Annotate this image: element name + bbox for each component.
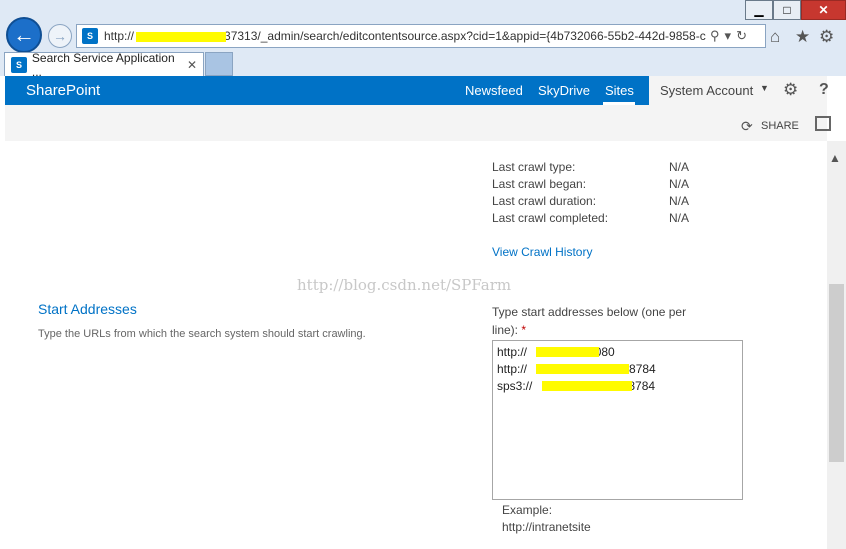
gear-icon[interactable]: ⚙ [819, 27, 834, 47]
new-tab-button[interactable] [205, 52, 233, 76]
ribbon: ⟳ SHARE [5, 105, 831, 141]
crawl-info-label: Last crawl type: [492, 160, 576, 174]
scroll-thumb[interactable] [829, 284, 844, 462]
tab-title: Search Service Application ... [31, 50, 175, 79]
crawl-info-label: Last crawl duration: [492, 194, 597, 208]
share-button[interactable]: SHARE [761, 120, 799, 132]
chevron-down-icon: ▼ [760, 83, 769, 93]
required-marker: * [521, 323, 527, 337]
redaction-highlight [136, 32, 226, 42]
scroll-up-icon[interactable]: ▲ [829, 151, 841, 165]
account-menu[interactable]: System Account ▼ ⚙ ? [649, 76, 829, 105]
close-window-button[interactable]: ✕ [801, 0, 846, 20]
vertical-scrollbar[interactable]: ▲ [827, 141, 846, 549]
browser-chrome: ▁ □ ✕ ← → S http:// 37313/_admin/search/e… [0, 0, 846, 79]
browser-tab[interactable]: S Search Service Application ... ✕ [4, 50, 204, 79]
address-url[interactable]: http:// 37313/_admin/search/editcontentso… [104, 29, 706, 43]
suite-bar: SharePoint Newsfeed SkyDrive Sites Syste… [5, 76, 829, 105]
home-icon[interactable]: ⌂ [770, 27, 780, 47]
refresh-icon[interactable]: ↻ [736, 28, 747, 44]
sharepoint-favicon-icon: S [82, 28, 98, 44]
crawl-info-label: Last crawl completed: [492, 211, 609, 225]
address-line: sps3://:28784 [497, 378, 738, 395]
address-bar[interactable]: S http:// 37313/_admin/search/editcontent… [76, 24, 766, 48]
section-description: Type the URLs from which the search syst… [38, 328, 366, 340]
close-tab-icon[interactable]: ✕ [187, 58, 197, 72]
view-crawl-history-link[interactable]: View Crawl History [492, 245, 592, 259]
address-line-prefix: http:// [497, 362, 528, 376]
star-icon[interactable]: ★ [795, 27, 810, 47]
section-title: Start Addresses [38, 301, 137, 317]
settings-gear-icon[interactable]: ⚙ [783, 80, 798, 100]
main-content: Last crawl type: N/A Last crawl began: N… [5, 141, 827, 549]
share-icon[interactable]: ⟳ [741, 118, 753, 135]
maximize-button[interactable]: □ [773, 0, 801, 20]
address-line-prefix: sps3:// [497, 379, 533, 393]
nav-link-skydrive[interactable]: SkyDrive [538, 83, 590, 98]
address-line: http://8080 [497, 344, 738, 361]
crawl-info-value: N/A [669, 211, 690, 225]
crawl-info-value: N/A [669, 177, 690, 191]
forward-arrow-icon[interactable]: → [48, 24, 72, 48]
back-arrow-icon[interactable]: ← [6, 17, 42, 53]
focus-content-icon[interactable] [815, 116, 831, 131]
address-url-rest: 37313/_admin/search/editcontentsource.as… [224, 29, 706, 43]
address-line: http://:28784 [497, 361, 738, 378]
example-url: http://intranetsite [502, 520, 591, 534]
redaction-highlight [542, 381, 632, 391]
crawl-info-label: Last crawl began: [492, 177, 587, 191]
dropdown-icon[interactable]: ▾ [725, 28, 732, 44]
sharepoint-favicon-icon: S [11, 56, 27, 73]
crawl-info-value: N/A [669, 194, 690, 208]
brand-title[interactable]: SharePoint [26, 82, 100, 99]
help-icon[interactable]: ? [819, 81, 829, 99]
crawl-info-value: N/A [669, 160, 690, 174]
address-url-prefix: http:// [104, 29, 135, 43]
start-addresses-label: Type start addresses below (one per line… [492, 303, 712, 339]
search-icon[interactable]: ⚲ [710, 28, 720, 44]
start-addresses-textarea[interactable]: http://8080 http://:28784 sps3://:28784 [492, 340, 743, 500]
example-label: Example: [502, 503, 553, 517]
nav-link-newsfeed[interactable]: Newsfeed [465, 83, 523, 98]
minimize-button[interactable]: ▁ [745, 0, 773, 20]
address-line-prefix: http:// [497, 345, 528, 359]
nav-link-sites[interactable]: Sites [605, 83, 634, 98]
watermark-text: http://blog.csdn.net/SPFarm [297, 276, 512, 294]
redaction-highlight [536, 364, 629, 374]
account-name[interactable]: System Account [660, 83, 753, 98]
redaction-highlight [536, 347, 599, 357]
